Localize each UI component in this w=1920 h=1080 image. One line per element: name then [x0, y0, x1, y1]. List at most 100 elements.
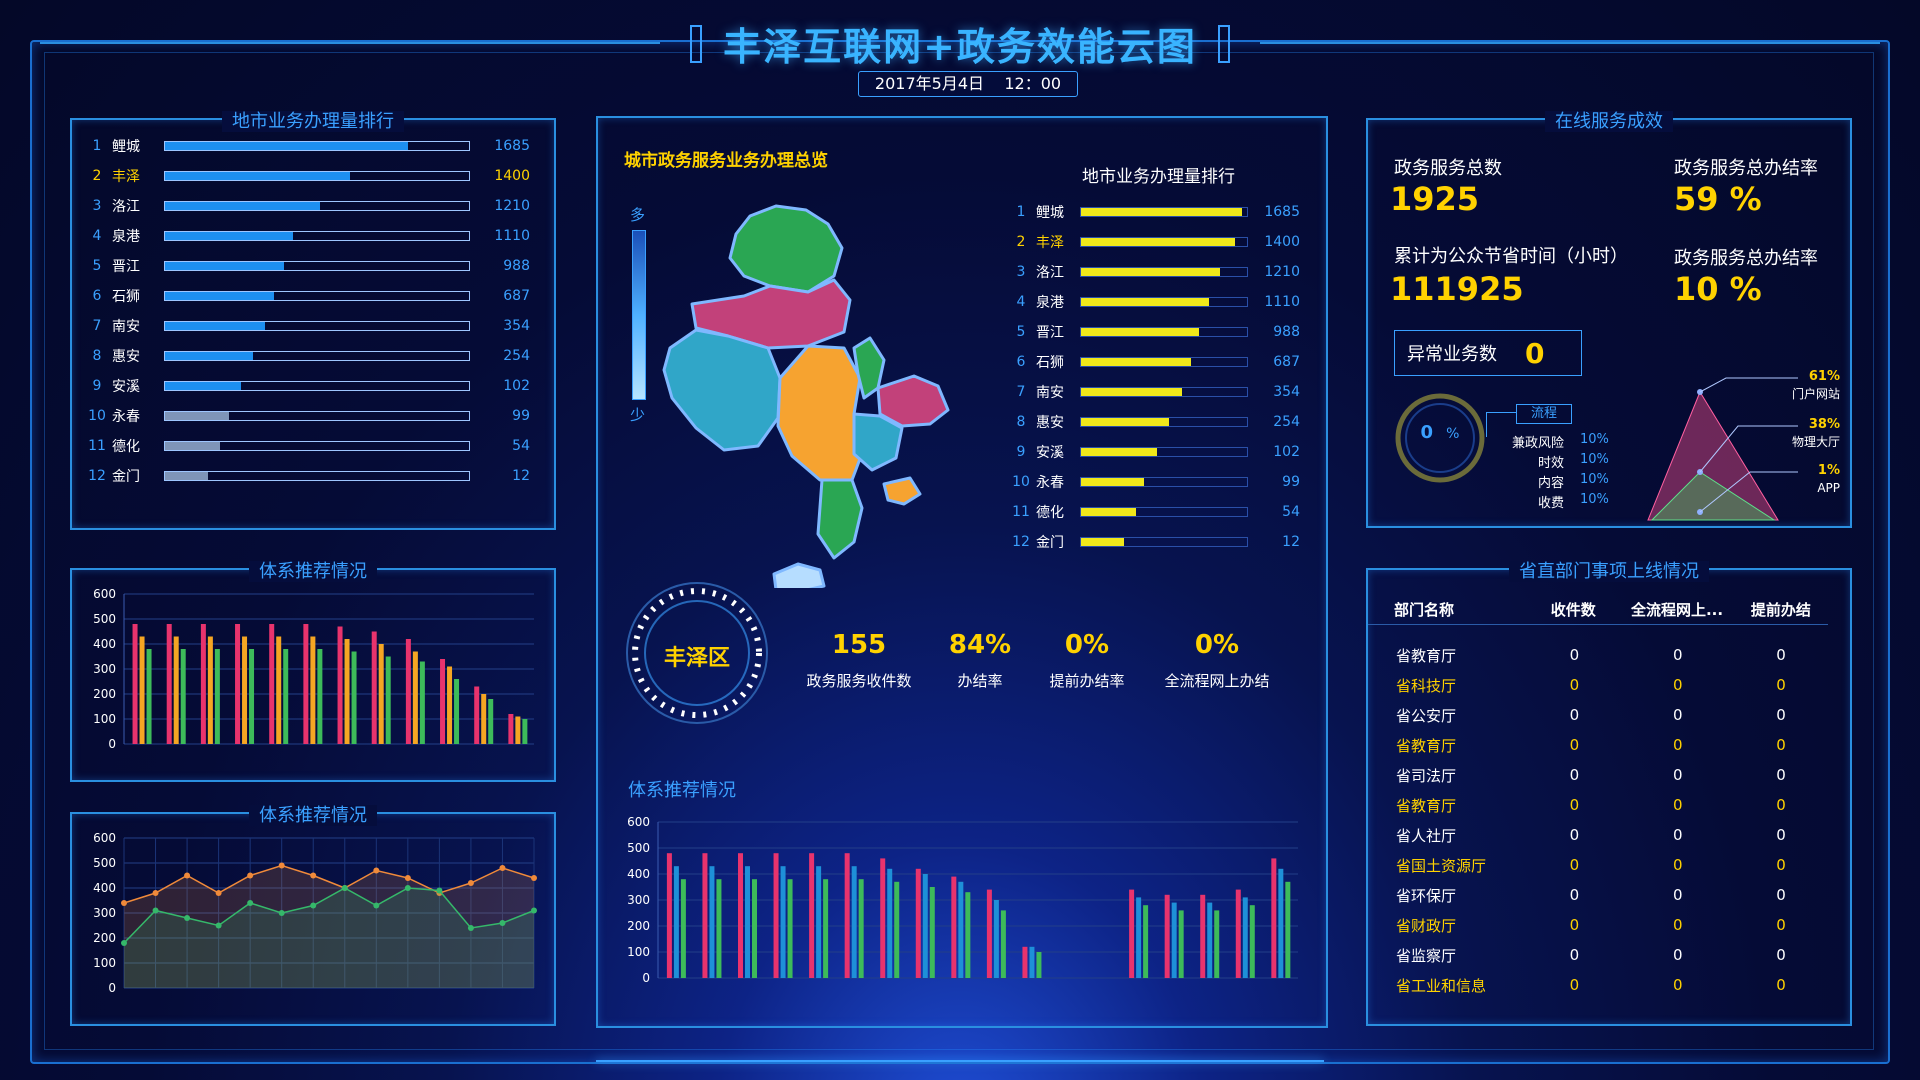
header-line-right	[1260, 42, 1880, 44]
center-rank-row[interactable]: 11 德化 54	[1006, 500, 1300, 524]
center-rank-number: 8	[1016, 414, 1026, 430]
bar	[385, 656, 391, 744]
table-cell-dept: 省工业和信息	[1396, 976, 1487, 995]
center-stat-value: 84%	[948, 630, 1012, 660]
total-value: 1925	[1390, 180, 1480, 218]
data-point	[215, 890, 222, 896]
right-table-panel: 省直部门事项上线情况 部门名称 收件数 全流程网上... 提前办结 省教育厅 0 0…	[1366, 561, 1852, 1026]
center-rank-value: 1210	[1264, 264, 1300, 280]
table-cell-early: 0	[1776, 766, 1786, 784]
table-cell-dept: 省监察厅	[1396, 946, 1457, 965]
table-row[interactable]: 省工业和信息 0 0 0	[1368, 970, 1828, 1000]
rank-number: 9	[92, 378, 102, 394]
process-button[interactable]: 流程	[1516, 404, 1572, 424]
rank-row[interactable]: 11 德化 54	[82, 434, 530, 458]
table-cell-early: 0	[1776, 796, 1786, 814]
data-point	[531, 907, 537, 914]
center-rank-row[interactable]: 9 安溪 102	[1006, 440, 1300, 464]
center-rank-value: 102	[1273, 444, 1300, 460]
table-header: 部门名称 收件数 全流程网上... 提前办结	[1368, 594, 1828, 625]
rank-city-name: 金门	[112, 469, 140, 485]
table-row[interactable]: 省科技厅 0 0 0	[1368, 670, 1828, 700]
table-row[interactable]: 省教育厅 0 0 0	[1368, 790, 1828, 820]
bar	[303, 624, 309, 744]
bar	[780, 866, 786, 978]
rank-row[interactable]: 2 丰泽 1400	[82, 164, 530, 188]
process-item: 时效 10%	[1488, 452, 1628, 471]
rank-row[interactable]: 1 鲤城 1685	[82, 134, 530, 158]
rank-row[interactable]: 9 安溪 102	[82, 374, 530, 398]
table-row[interactable]: 省公安厅 0 0 0	[1368, 700, 1828, 730]
table-row[interactable]: 省教育厅 0 0 0	[1368, 730, 1828, 760]
rank-row[interactable]: 12 金门 12	[82, 464, 530, 488]
rank-row[interactable]: 10 永春 99	[82, 404, 530, 428]
center-rank-value: 354	[1273, 384, 1300, 400]
map-region-north	[728, 204, 844, 294]
rank-row[interactable]: 7 南安 354	[82, 314, 530, 338]
rank-bar-track	[164, 381, 470, 391]
bar	[1129, 889, 1135, 978]
center-stat-label: 政务服务收件数	[806, 672, 912, 690]
y-tick-label: 300	[93, 906, 116, 920]
rank-bar-track	[164, 171, 470, 181]
table-cell-dept: 省教育厅	[1396, 646, 1457, 665]
bar	[844, 853, 850, 978]
bar	[1285, 881, 1291, 978]
table-row[interactable]: 省国土资源厅 0 0 0	[1368, 850, 1828, 880]
center-rank-track	[1080, 357, 1248, 367]
bar	[235, 624, 241, 744]
rank-row[interactable]: 4 泉港 1110	[82, 224, 530, 248]
rank-row[interactable]: 3 洛江 1210	[82, 194, 530, 218]
center-rank-fill	[1081, 298, 1209, 306]
center-stat-value: 155	[831, 630, 887, 660]
table-cell-received: 0	[1569, 676, 1580, 694]
bar	[249, 649, 255, 744]
table-row[interactable]: 省教育厅 0 0 0	[1368, 640, 1828, 670]
table-cell-received: 0	[1569, 826, 1580, 844]
bar	[851, 866, 857, 978]
abnormal-box[interactable]: 异常业务数 0	[1394, 330, 1582, 376]
table-row[interactable]: 省监察厅 0 0 0	[1368, 940, 1828, 970]
center-rank-number: 2	[1016, 234, 1026, 250]
table-cell-early: 0	[1776, 736, 1786, 754]
process-item-label: 时效	[1537, 456, 1564, 471]
center-rank-row[interactable]: 12 金门 12	[1006, 530, 1300, 554]
table-row[interactable]: 省环保厅 0 0 0	[1368, 880, 1828, 910]
bar	[180, 649, 186, 744]
center-rank-row[interactable]: 6 石狮 687	[1006, 350, 1300, 374]
center-rank-row[interactable]: 7 南安 354	[1006, 380, 1300, 404]
table-cell-received: 0	[1569, 646, 1580, 664]
rank-row[interactable]: 8 惠安 254	[82, 344, 530, 368]
center-rank-row[interactable]: 2 丰泽 1400	[1006, 230, 1300, 254]
table-row[interactable]: 省司法厅 0 0 0	[1368, 760, 1828, 790]
rank-row[interactable]: 6 石狮 687	[82, 284, 530, 308]
table-row[interactable]: 省人社厅 0 0 0	[1368, 820, 1828, 850]
center-rank-row[interactable]: 1 鲤城 1685	[1006, 200, 1300, 224]
center-rank-row[interactable]: 3 洛江 1210	[1006, 260, 1300, 284]
data-point	[278, 910, 285, 916]
bar	[680, 879, 686, 978]
header-line-left	[40, 42, 660, 44]
center-rank-row[interactable]: 10 永春 99	[1006, 470, 1300, 494]
rank-value: 1400	[494, 168, 530, 184]
channel-name: APP	[1817, 481, 1840, 495]
center-stat-value: 0%	[1064, 630, 1110, 660]
rank-row[interactable]: 5 晋江 988	[82, 254, 530, 278]
y-tick-label: 400	[93, 637, 116, 651]
bar	[454, 679, 460, 744]
table-cell-online: 0	[1672, 676, 1683, 694]
center-rank-row[interactable]: 4 泉港 1110	[1006, 290, 1300, 314]
rank-bar-track	[164, 351, 470, 361]
rank-bar-track	[164, 141, 470, 151]
data-point	[404, 875, 411, 881]
process-item-value: 10%	[1580, 492, 1609, 507]
table-row[interactable]: 省财政厅 0 0 0	[1368, 910, 1828, 940]
center-rank-track	[1080, 387, 1248, 397]
rank-value: 12	[512, 468, 530, 484]
bar	[317, 649, 323, 744]
center-rank-row[interactable]: 8 惠安 254	[1006, 410, 1300, 434]
rank-value: 1685	[494, 138, 530, 154]
center-rank-row[interactable]: 5 晋江 988	[1006, 320, 1300, 344]
center-panel: 城市政务服务业务办理总览 多 少 地市业务办理量排行 1 鲤城 1685 2 丰泽 140…	[596, 116, 1328, 1028]
table-cell-online: 0	[1672, 706, 1683, 724]
